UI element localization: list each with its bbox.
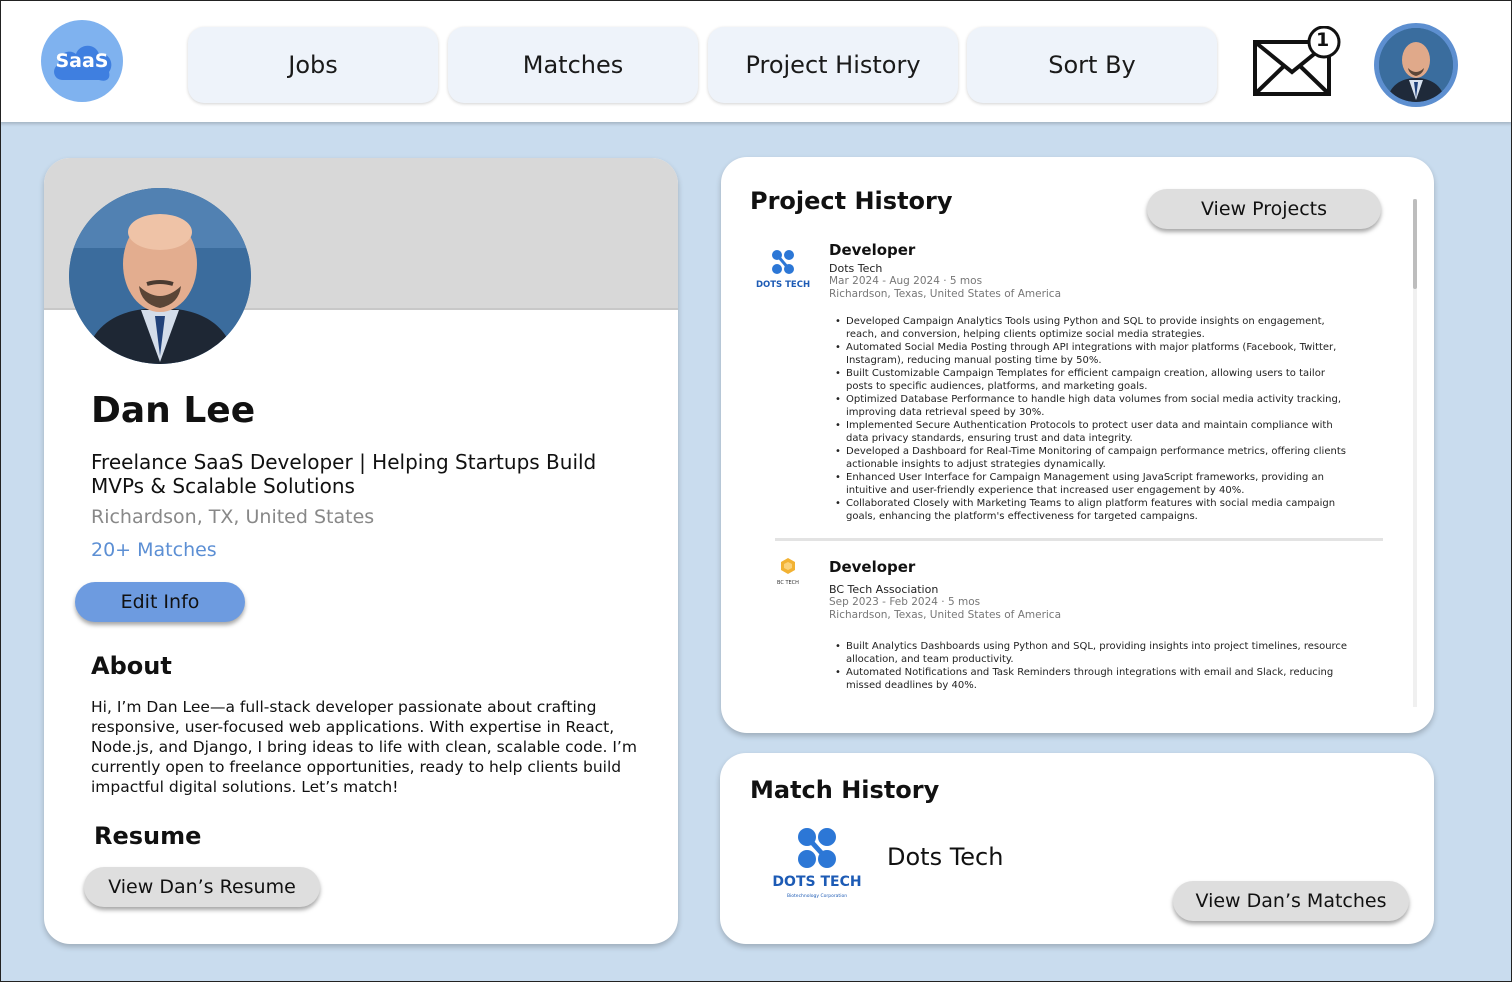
about-text: Hi, I’m Dan Lee—a full-stack developer p… bbox=[91, 698, 637, 796]
bc-tech-logo: BC TECH bbox=[755, 558, 811, 608]
logo-text: SaaS bbox=[55, 50, 109, 72]
bullet-item: Developed Campaign Analytics Tools using… bbox=[833, 315, 1353, 341]
bullet-item: Implemented Secure Authentication Protoc… bbox=[833, 419, 1353, 445]
project-company: Dots Tech bbox=[829, 262, 883, 275]
match-logo-text: DOTS TECH bbox=[772, 874, 861, 890]
bullet-item: Developed a Dashboard for Real-Time Moni… bbox=[833, 445, 1353, 471]
profile-headline: Freelance SaaS Developer | Helping Start… bbox=[91, 450, 611, 498]
bullet-item: Automated Social Media Posting through A… bbox=[833, 341, 1353, 367]
top-navbar: SaaS Jobs Matches Project History Sort B… bbox=[0, 0, 1512, 122]
profile-name: Dan Lee bbox=[91, 390, 256, 431]
messages-button[interactable]: 1 bbox=[1252, 25, 1344, 98]
project-scrollbar[interactable] bbox=[1413, 199, 1417, 707]
project-list[interactable]: DOTS TECH Developer Dots Tech Mar 2024 -… bbox=[721, 237, 1434, 707]
project-bullets: Developed Campaign Analytics Tools using… bbox=[833, 315, 1353, 523]
match-history-card: Match History DOTS TECH Biotechnology Co… bbox=[720, 753, 1434, 944]
project-role: Developer bbox=[829, 241, 916, 259]
project-company: BC Tech Association bbox=[829, 583, 939, 596]
project-role: Developer bbox=[829, 558, 916, 576]
bullet-item: Collaborated Closely with Marketing Team… bbox=[833, 497, 1353, 523]
saas-logo[interactable]: SaaS bbox=[41, 20, 123, 102]
profile-matches-link[interactable]: 20+ Matches bbox=[91, 539, 217, 561]
bc-tech-logo-text: BC TECH bbox=[777, 580, 799, 586]
view-resume-button[interactable]: View Dan’s Resume bbox=[84, 867, 320, 907]
bullet-item: Built Analytics Dashboards using Python … bbox=[833, 640, 1353, 666]
bullet-item: Optimized Database Performance to handle… bbox=[833, 393, 1353, 419]
about-heading: About bbox=[91, 652, 172, 680]
bullet-item: Enhanced User Interface for Campaign Man… bbox=[833, 471, 1353, 497]
bullet-item: Automated Notifications and Task Reminde… bbox=[833, 666, 1353, 692]
match-history-heading: Match History bbox=[750, 776, 940, 804]
scroll-thumb[interactable] bbox=[1413, 199, 1417, 289]
dots-tech-logo-text: DOTS TECH bbox=[756, 280, 810, 290]
dots-tech-match-logo[interactable]: DOTS TECH Biotechnology Corporation bbox=[754, 825, 864, 915]
project-history-card: Project History View Projects DOTS TECH … bbox=[721, 157, 1434, 733]
nav-project-history[interactable]: Project History bbox=[708, 27, 958, 103]
view-matches-button[interactable]: View Dan’s Matches bbox=[1173, 881, 1409, 921]
resume-heading: Resume bbox=[94, 822, 202, 850]
nav-sort-by[interactable]: Sort By bbox=[967, 27, 1217, 103]
dots-tech-logo: DOTS TECH bbox=[755, 245, 811, 295]
project-divider bbox=[775, 538, 1383, 541]
project-history-heading: Project History bbox=[750, 187, 953, 215]
mail-icon bbox=[1253, 25, 1341, 96]
view-projects-button[interactable]: View Projects bbox=[1147, 189, 1381, 229]
user-avatar[interactable] bbox=[1374, 23, 1458, 107]
bullet-item: Built Customizable Campaign Templates fo… bbox=[833, 367, 1353, 393]
mail-badge: 1 bbox=[1316, 29, 1330, 51]
avatar-photo bbox=[1379, 28, 1453, 102]
edit-info-button[interactable]: Edit Info bbox=[75, 582, 245, 622]
project-dates: Sep 2023 - Feb 2024 · 5 mos bbox=[829, 596, 981, 608]
project-bullets: Built Analytics Dashboards using Python … bbox=[833, 640, 1353, 692]
project-location: Richardson, Texas, United States of Amer… bbox=[829, 609, 1062, 621]
match-logo-subtext: Biotechnology Corporation bbox=[787, 893, 847, 899]
match-company-name[interactable]: Dots Tech bbox=[887, 843, 1003, 871]
headline-line-2: MVPs & Scalable Solutions bbox=[91, 474, 355, 498]
project-location: Richardson, Texas, United States of Amer… bbox=[829, 288, 1062, 300]
headline-line-1: Freelance SaaS Developer | Helping Start… bbox=[91, 450, 597, 474]
nav-jobs[interactable]: Jobs bbox=[188, 27, 438, 103]
profile-location: Richardson, TX, United States bbox=[91, 506, 375, 528]
profile-card: Dan Lee Freelance SaaS Developer | Helpi… bbox=[44, 158, 678, 944]
profile-photo bbox=[69, 188, 251, 364]
project-dates: Mar 2024 - Aug 2024 · 5 mos bbox=[829, 275, 983, 287]
nav-matches[interactable]: Matches bbox=[448, 27, 698, 103]
